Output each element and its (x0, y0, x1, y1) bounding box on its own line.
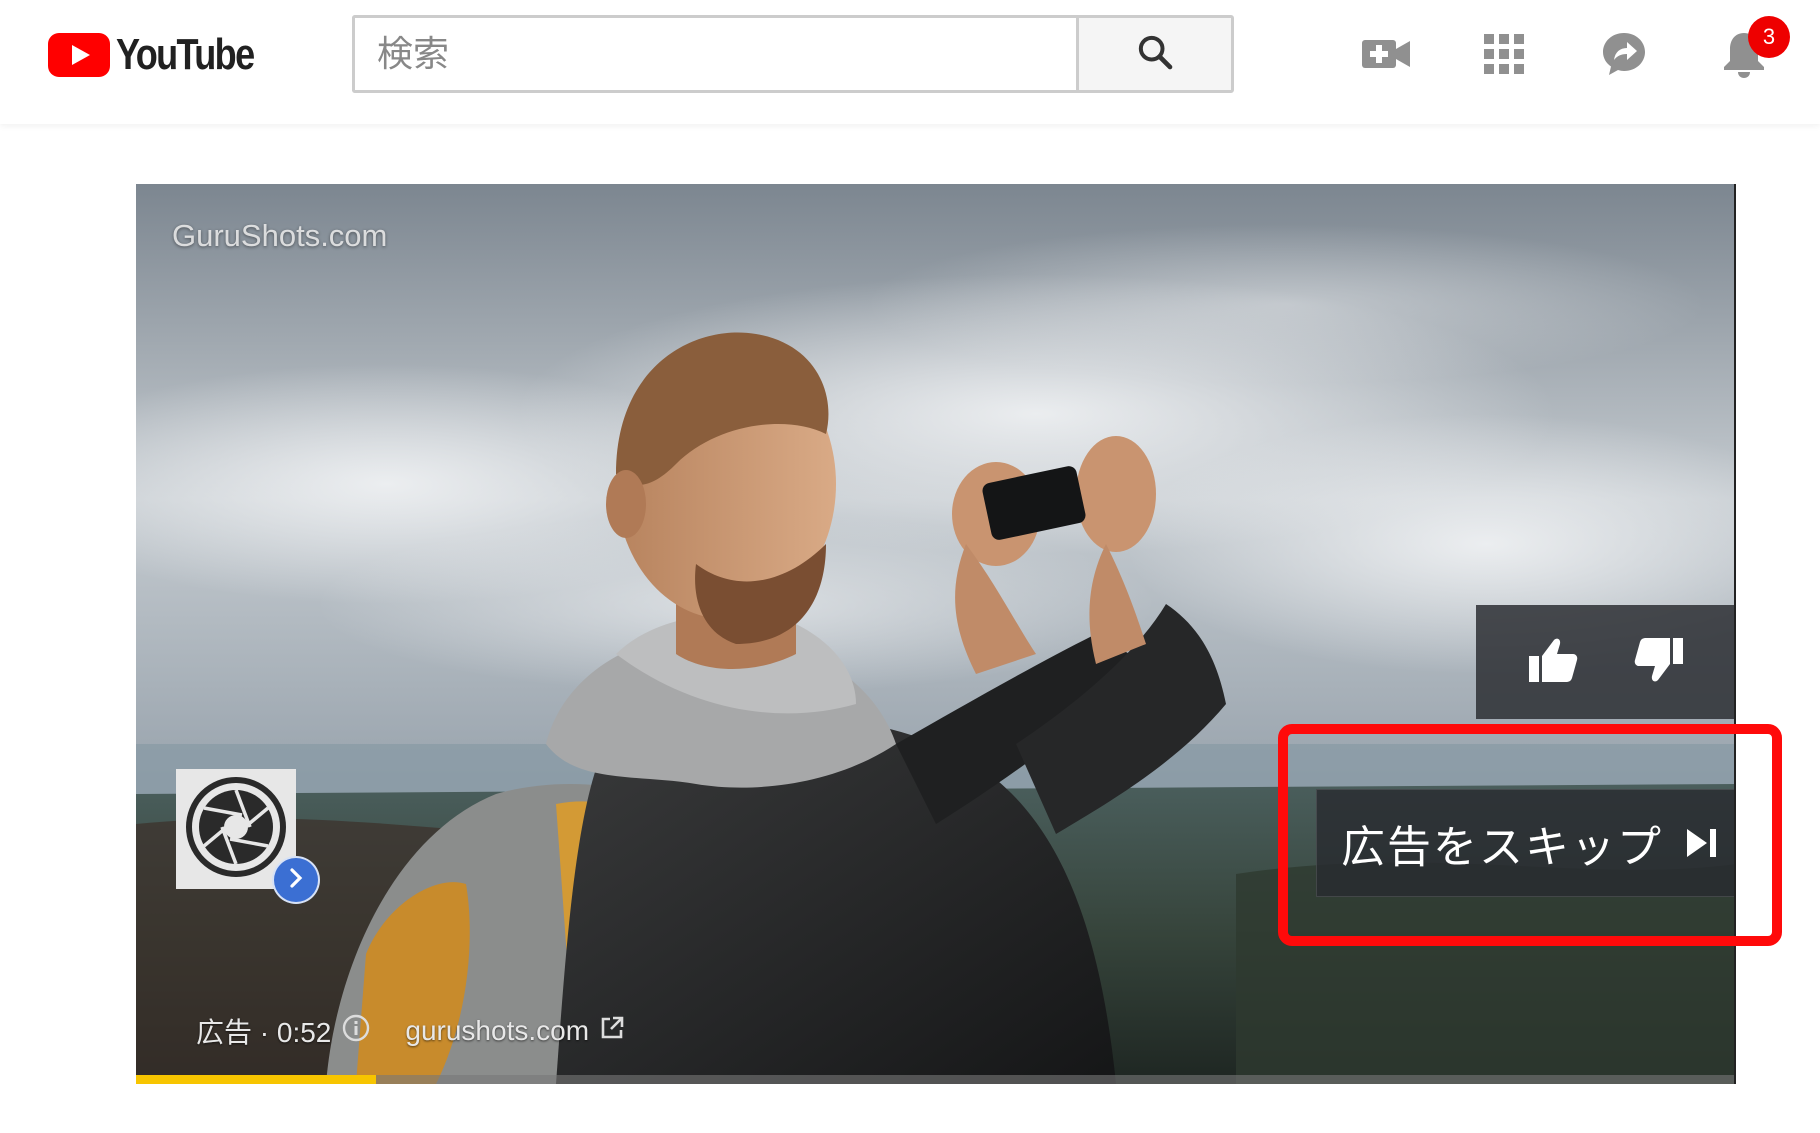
ad-progress-bar[interactable] (136, 1075, 1736, 1084)
youtube-logo[interactable]: YouTube (48, 30, 284, 80)
ad-rating-panel (1476, 605, 1736, 719)
logo-text: YouTube (116, 30, 255, 79)
advertiser-expand-button[interactable] (272, 856, 320, 904)
notifications-count-badge: 3 (1748, 16, 1790, 58)
thumbs-down-icon (1633, 636, 1685, 688)
external-link-icon (599, 1015, 625, 1048)
chevron-right-icon (287, 867, 305, 893)
upload-video-icon (1361, 37, 1411, 75)
youtube-play-icon (48, 33, 110, 77)
like-button[interactable] (1523, 632, 1583, 692)
search-icon (1135, 32, 1175, 76)
apps-button[interactable] (1476, 28, 1532, 84)
search-input[interactable] (352, 15, 1076, 93)
skip-button-highlight (1278, 724, 1782, 946)
upload-video-button[interactable] (1358, 28, 1414, 84)
thumbs-up-icon (1527, 636, 1579, 688)
masthead: YouTube 検索 3 (0, 0, 1820, 124)
advertiser-link[interactable]: gurushots.com (405, 1015, 589, 1047)
ad-info-bar: 広告 · 0:52 gurushots.com (196, 1011, 625, 1051)
video-watermark: GuruShots.com (172, 218, 388, 253)
video-player[interactable]: GuruShots.com 広告をスキップ 広告 · 0:52 gurushot… (136, 184, 1736, 1084)
camera-aperture-icon (184, 775, 288, 883)
ad-label: 広告 · 0:52 (196, 1017, 332, 1048)
player-edge (1734, 184, 1736, 1084)
dislike-button[interactable] (1629, 632, 1689, 692)
search-bar (352, 15, 1234, 93)
messages-icon (1600, 30, 1648, 82)
ad-progress-fill (136, 1075, 376, 1084)
info-icon[interactable] (341, 1013, 371, 1050)
search-button[interactable] (1076, 15, 1234, 93)
apps-grid-icon (1482, 32, 1526, 80)
messages-button[interactable] (1596, 28, 1652, 84)
